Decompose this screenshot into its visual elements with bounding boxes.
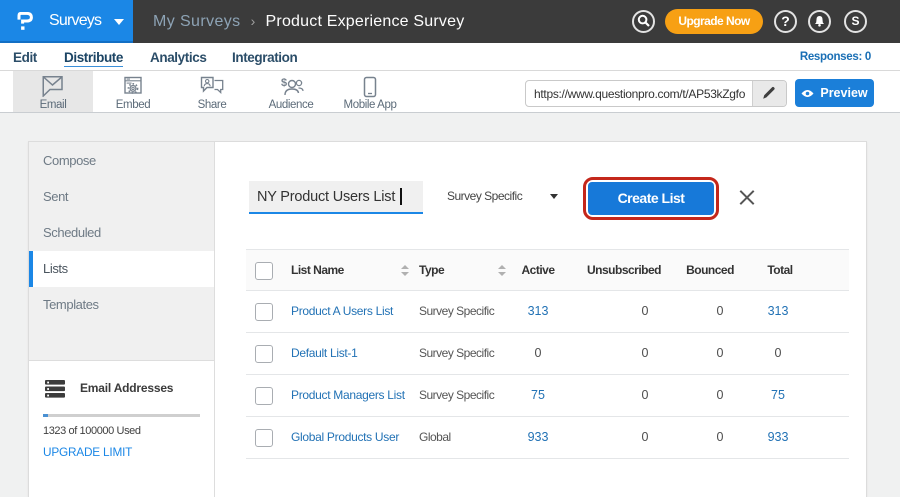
svg-text:$: $ <box>281 77 287 89</box>
